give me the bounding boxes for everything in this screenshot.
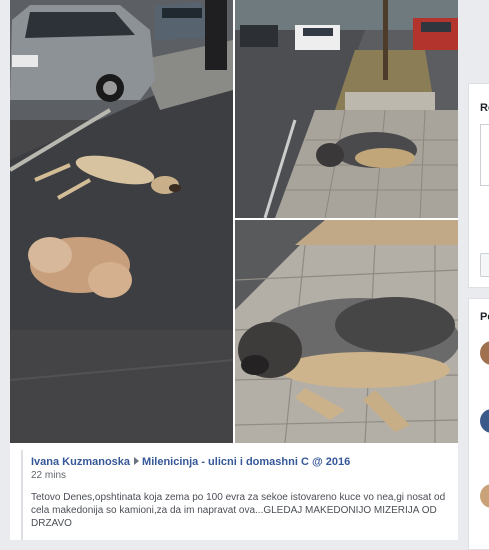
group-link[interactable]: Milenicinja - ulicni i domashni C @ 2016 — [142, 456, 350, 468]
photo-dog-closeup-image — [235, 220, 458, 443]
sidebar-input[interactable] — [480, 124, 489, 186]
post-timestamp[interactable]: 22 mins — [31, 470, 458, 481]
photo-sidewalk-dog[interactable] — [235, 0, 458, 218]
sidebar-button[interactable] — [480, 253, 489, 277]
photo-street-dogs[interactable] — [10, 0, 233, 443]
author-line: Ivana Kuzmanoska Milenicinja - ulicni i d… — [31, 455, 458, 469]
sidebar-card-top: Re — [468, 83, 489, 288]
sidebar-card-top-title: Re — [480, 102, 489, 114]
photo-grid — [10, 0, 458, 443]
photo-street-dogs-image — [10, 0, 233, 443]
photo-dog-closeup[interactable] — [235, 220, 458, 443]
play-arrow-icon — [134, 457, 140, 465]
avatar[interactable] — [480, 484, 489, 508]
avatar[interactable] — [480, 341, 489, 365]
author-link[interactable]: Ivana Kuzmanoska — [31, 456, 130, 468]
sidebar-card-people: Pe — [468, 298, 489, 550]
post-text: Tetovo Denes,opshtinata koja zema po 100… — [31, 492, 446, 529]
photo-sidewalk-dog-image — [235, 0, 458, 218]
feed-post: Ivana Kuzmanoska Milenicinja - ulicni i d… — [10, 0, 458, 540]
avatar[interactable] — [480, 409, 489, 433]
shared-post-attribution: Ivana Kuzmanoska Milenicinja - ulicni i d… — [21, 450, 458, 540]
sidebar-card-people-title: Pe — [480, 311, 489, 323]
